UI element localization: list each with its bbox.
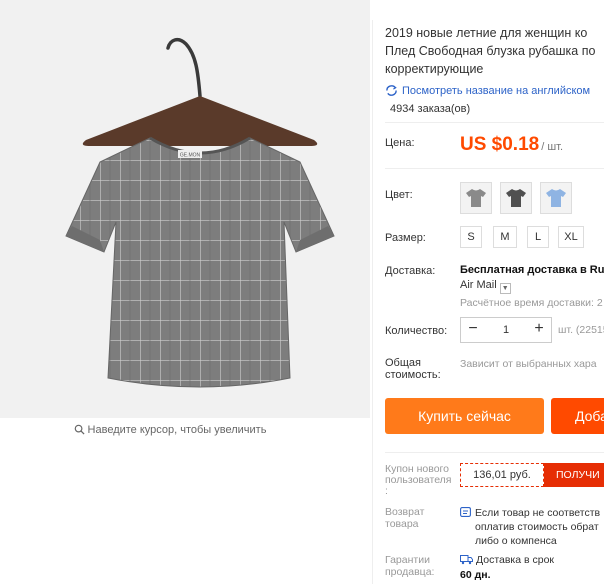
divider	[385, 452, 604, 453]
returns-label-line: Возврат	[385, 506, 425, 518]
price-label: Цена:	[385, 137, 415, 149]
guarantee-label-line: Гарантии	[385, 554, 430, 566]
returns-line: оплатив стоимость обрат	[475, 521, 599, 533]
zoom-hint-text: Наведите курсор, чтобы увеличить	[87, 424, 267, 436]
quantity-minus-button[interactable]: −	[461, 318, 485, 342]
product-title-line: корректирующие	[385, 62, 484, 76]
shipping-label: Доставка:	[385, 265, 436, 277]
quantity-label: Количество:	[385, 325, 448, 337]
quantity-plus-button[interactable]: +	[527, 318, 551, 342]
product-title-line: Плед Свободная блузка рубашка по	[385, 44, 596, 58]
returns-line: либо о компенса	[475, 535, 557, 547]
tshirt-icon	[506, 189, 526, 207]
color-swatch-gray[interactable]	[460, 182, 492, 214]
shirt-tag-text: GE.MON	[180, 153, 201, 159]
blouse-image: GE.MON	[65, 37, 335, 388]
quantity-input[interactable]: 1	[485, 324, 527, 336]
guarantee-label: Гарантии продавца:	[385, 554, 434, 578]
tshirt-icon	[546, 189, 566, 207]
translate-link-text[interactable]: Посмотреть название на английском	[402, 85, 590, 97]
product-title-line: 2019 новые летние для женщин ко	[385, 26, 588, 40]
shipping-time: Расчётное время доставки: 2	[460, 297, 603, 309]
product-title: 2019 новые летние для женщин ко Плед Сво…	[385, 24, 604, 78]
buy-now-button[interactable]: Купить сейчас	[385, 398, 544, 434]
shipping-method-text[interactable]: Air Mail	[460, 279, 497, 291]
product-details-panel: 2019 новые летние для женщин ко Плед Сво…	[385, 0, 604, 584]
guarantee-label-line: продавца:	[385, 566, 435, 578]
guarantee-line: Доставка в срок	[476, 554, 555, 566]
get-coupon-button[interactable]: ПОЛУЧИ	[544, 463, 604, 487]
price: US $0.18/ шт.	[460, 134, 563, 156]
quantity-stock: шт. (22515	[558, 324, 604, 336]
divider	[385, 122, 604, 123]
color-label: Цвет:	[385, 189, 413, 201]
add-to-cart-button[interactable]: Доба	[551, 398, 604, 434]
total-label-line: Общая	[385, 357, 421, 369]
returns-label: Возврат товара	[385, 506, 424, 530]
guarantee-days: 60 дн.	[460, 569, 491, 581]
size-label: Размер:	[385, 232, 426, 244]
shipping-method[interactable]: Air Mail ▼	[460, 279, 511, 294]
coupon-label: Купон нового пользователя :	[385, 464, 452, 497]
total-label: Общая стоимость:	[385, 357, 441, 381]
quantity-stepper: − 1 +	[460, 317, 552, 343]
divider	[385, 168, 604, 169]
total-label-line: стоимость:	[385, 369, 441, 381]
chevron-down-icon[interactable]: ▼	[499, 283, 511, 294]
magnifier-icon	[74, 424, 85, 435]
color-swatch-light-blue[interactable]	[540, 182, 572, 214]
size-option-m[interactable]: M	[493, 226, 517, 248]
price-unit: / шт.	[541, 141, 564, 153]
returns-line: Если товар не соответств	[475, 507, 601, 519]
size-option-l[interactable]: L	[527, 226, 549, 248]
orders-count: 4934 заказа(ов)	[390, 103, 471, 115]
coupon-value: 136,01 руб.	[460, 463, 544, 487]
translate-title-link[interactable]: Посмотреть название на английском	[385, 84, 590, 97]
hanger-hook	[166, 37, 202, 98]
hanger-bar	[82, 96, 318, 146]
coupon-label-line: :	[385, 485, 388, 497]
truck-icon	[460, 555, 473, 565]
total-note: Зависит от выбранных хара	[460, 358, 597, 370]
zoom-hint: Наведите курсор, чтобы увеличить	[0, 424, 340, 436]
color-swatch-dark-gray[interactable]	[500, 182, 532, 214]
tshirt-icon	[466, 189, 486, 207]
blouse-shape	[65, 137, 335, 388]
shipping-main: Бесплатная доставка в Rus	[460, 264, 604, 276]
guarantee-text: Доставка в срок 60 дн.	[460, 553, 554, 583]
size-option-xl[interactable]: XL	[558, 226, 584, 248]
price-amount: US $0.18	[460, 134, 540, 155]
returns-label-line: товара	[385, 518, 419, 530]
translate-icon	[386, 85, 397, 96]
coupon-label-line: пользователя	[385, 474, 452, 486]
column-divider	[372, 20, 373, 584]
return-icon	[460, 507, 471, 517]
returns-text: Если товар не соответств оплатив стоимос…	[460, 506, 600, 548]
size-option-s[interactable]: S	[460, 226, 482, 248]
product-image[interactable]: GE.MON	[0, 0, 370, 418]
